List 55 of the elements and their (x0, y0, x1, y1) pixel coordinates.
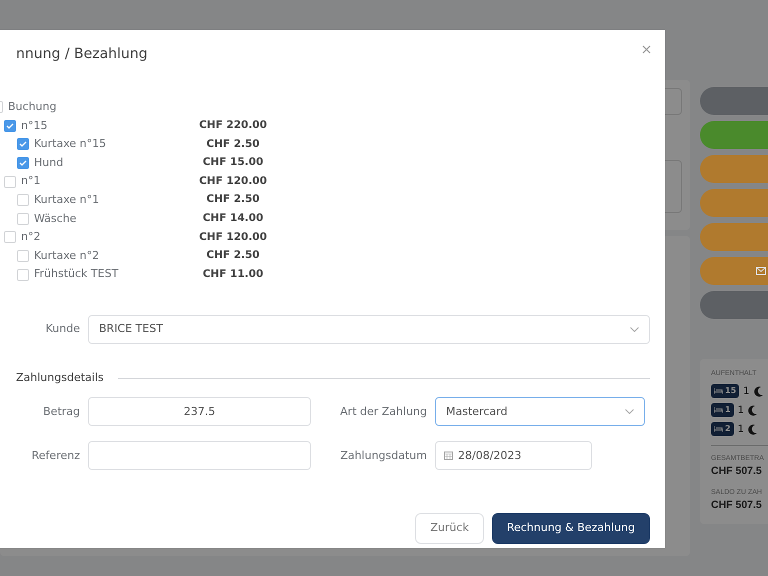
close-icon[interactable] (642, 45, 651, 54)
item-amount: CHF 11.00 (202, 266, 264, 282)
item-label: Kurtaxe n°1 (34, 192, 100, 208)
total-amount: CHF 507.5 (711, 464, 763, 479)
item-amount: CHF 14.00 (202, 210, 264, 226)
item-amount: CHF 220.00 (198, 118, 268, 134)
field-label: Kunde (44, 321, 81, 338)
room-badge: 2 (711, 422, 734, 436)
item-label: Frühstück TEST (34, 266, 118, 282)
balance-amount: CHF 507.5 (711, 498, 763, 514)
section-title: Zahlungsdetails (16, 370, 104, 386)
check-icon (19, 141, 27, 148)
moon-icon (754, 386, 764, 396)
chevron-icon (625, 409, 634, 414)
back-button[interactable]: Zurück (415, 513, 484, 544)
date-field[interactable]: 28/08/2023 (435, 441, 592, 470)
item-amount: CHF 120.00 (198, 174, 268, 189)
checkbox[interactable] (17, 157, 29, 170)
envelope-icon (756, 267, 766, 275)
check-icon (6, 122, 14, 129)
item-label: n°1 (21, 173, 40, 190)
item-label: Buchung (8, 99, 56, 116)
field-label: Betrag (42, 404, 81, 420)
item-amount: CHF 2.50 (205, 248, 261, 264)
customer-select[interactable]: BRICE TEST (88, 314, 650, 344)
item-label: Kurtaxe n°2 (34, 248, 100, 264)
field-label: Zahlungsdatum (339, 448, 428, 464)
field-label: Art der Zahlung (339, 404, 428, 420)
checkbox[interactable] (17, 138, 29, 150)
moon-icon (748, 424, 758, 434)
input-field[interactable] (88, 441, 311, 470)
room-badge: 15 (711, 384, 740, 398)
chevron-icon (630, 326, 639, 332)
nights-count: 1 (738, 422, 744, 436)
item-label: Hund (34, 154, 64, 171)
item-amount: CHF 15.00 (202, 155, 264, 170)
item-label: Kurtaxe n°15 (34, 136, 106, 152)
calendar-icon (444, 451, 453, 460)
item-amount: CHF 2.50 (205, 136, 261, 152)
nights-count: 1 (738, 404, 744, 418)
nights-count: 1 (743, 384, 750, 398)
input-field[interactable]: 237.5 (88, 397, 311, 426)
item-label: Wäsche (34, 210, 76, 227)
item-label: n°2 (21, 229, 40, 246)
dialog-title: nnung / Bezahlung (16, 46, 148, 62)
field-label: Referenz (30, 448, 81, 464)
submit-button[interactable]: Rechnung & Bezahlung (492, 513, 650, 544)
payment-type-select[interactable]: Mastercard (435, 397, 645, 426)
checkbox[interactable] (4, 120, 16, 132)
room-badge: 1 (711, 403, 734, 417)
item-amount: CHF 120.00 (198, 230, 268, 245)
check-icon (19, 160, 27, 166)
item-label: n°15 (21, 118, 48, 134)
moon-icon (748, 404, 758, 416)
item-amount: CHF 2.50 (205, 192, 261, 208)
